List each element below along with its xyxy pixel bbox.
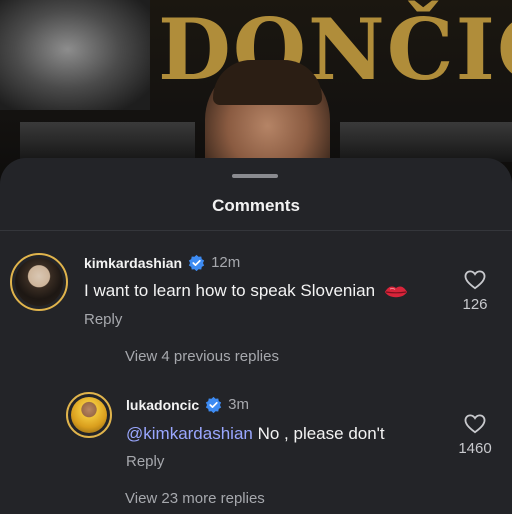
like-button[interactable]: 1460: [451, 414, 499, 457]
verified-badge-icon: [205, 396, 222, 413]
avatar[interactable]: [66, 392, 112, 438]
view-replies-link[interactable]: View 4 previous replies: [125, 348, 279, 365]
background-portrait: [205, 60, 330, 170]
username[interactable]: kimkardashian: [84, 255, 182, 271]
background-strip: [340, 122, 512, 162]
comments-sheet: Comments kimkardashian 12m I want to lea…: [0, 158, 512, 514]
background-photo: [0, 0, 150, 110]
comment-body: I want to learn how to speak Slovenian: [84, 281, 376, 300]
mention-link[interactable]: @kimkardashian: [126, 424, 253, 443]
background-strip: [20, 122, 195, 162]
avatar[interactable]: [10, 253, 68, 311]
view-replies-link[interactable]: View 23 more replies: [125, 490, 265, 507]
comment-time: 12m: [211, 254, 241, 271]
comment-text: I want to learn how to speak Slovenian: [84, 281, 408, 301]
comment-time: 3m: [228, 396, 249, 413]
lips-emoji-icon: [384, 286, 407, 297]
heart-icon: [464, 270, 486, 290]
sheet-title: Comments: [212, 196, 300, 215]
screen: DONČIĆ Comments kimkardashian 12m I want…: [0, 0, 512, 514]
comment-text: @kimkardashian No , please don't: [126, 424, 385, 444]
drag-handle[interactable]: [232, 174, 278, 178]
background-title: DONČIĆ: [158, 0, 512, 99]
username[interactable]: lukadoncic: [126, 397, 199, 413]
reply-button[interactable]: Reply: [126, 453, 164, 470]
verified-badge-icon: [188, 254, 205, 271]
like-count: 126: [462, 296, 488, 313]
reply-button[interactable]: Reply: [84, 311, 122, 328]
heart-icon: [464, 414, 486, 434]
like-button[interactable]: 126: [455, 270, 495, 313]
comment-body: No , please don't: [252, 424, 385, 443]
like-count: 1460: [458, 440, 492, 457]
divider: [0, 230, 512, 231]
